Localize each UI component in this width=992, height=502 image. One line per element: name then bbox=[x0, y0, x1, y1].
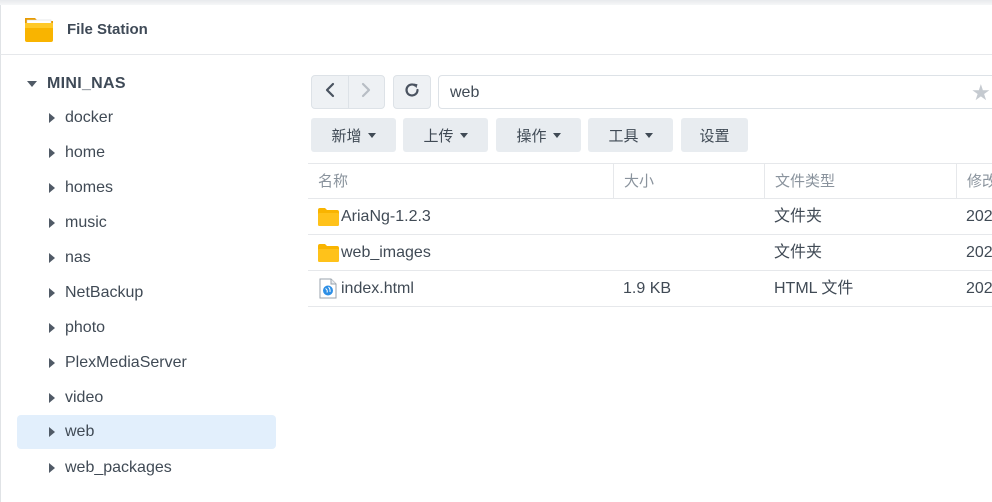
caret-right-icon[interactable] bbox=[49, 463, 55, 473]
file-table: 名称 大小 文件类型 修改 AriaNg-1.2.3 文件夹 202 web_i… bbox=[308, 163, 992, 307]
tree-root-label: MINI_NAS bbox=[47, 75, 126, 92]
tree-item-web-packages[interactable]: web_packages bbox=[17, 451, 276, 485]
tree-root-mini-nas[interactable]: MINI_NAS bbox=[27, 73, 126, 95]
tree-item-web[interactable]: web bbox=[17, 415, 276, 449]
file-type: 文件夹 bbox=[774, 244, 823, 261]
tree-item-home[interactable]: home bbox=[17, 136, 276, 170]
file-modified: 202 bbox=[966, 280, 992, 297]
upload-button-label: 上传 bbox=[423, 127, 454, 145]
table-row[interactable]: index.html 1.9 KB HTML 文件 202 bbox=[308, 271, 992, 307]
caret-right-icon[interactable] bbox=[49, 358, 55, 368]
tree-item-plexmediaserver[interactable]: PlexMediaServer bbox=[17, 346, 276, 380]
column-header-size[interactable]: 大小 bbox=[613, 164, 764, 199]
tree-item-label: web bbox=[65, 423, 95, 440]
refresh-button[interactable] bbox=[393, 75, 431, 109]
path-input[interactable]: web ★ bbox=[438, 75, 992, 109]
tree-item-label: music bbox=[65, 214, 107, 231]
dropdown-caret-icon bbox=[644, 132, 653, 138]
tree-item-label: home bbox=[65, 144, 106, 161]
settings-button[interactable]: 设置 bbox=[681, 118, 748, 152]
file-modified: 202 bbox=[966, 244, 992, 261]
folder-icon bbox=[318, 208, 339, 226]
table-row[interactable]: AriaNg-1.2.3 文件夹 202 bbox=[308, 199, 992, 235]
tree-item-label: NetBackup bbox=[65, 284, 144, 301]
path-text: web bbox=[450, 84, 480, 101]
tree-item-photo[interactable]: photo bbox=[17, 311, 276, 345]
file-name: index.html bbox=[341, 280, 414, 297]
tree-item-label: PlexMediaServer bbox=[65, 354, 187, 371]
column-header-type[interactable]: 文件类型 bbox=[764, 164, 956, 199]
folder-tree-sidebar: MINI_NAS docker home homes music nas Net… bbox=[0, 55, 292, 502]
tree-item-music[interactable]: music bbox=[17, 206, 276, 240]
file-size: 1.9 KB bbox=[623, 280, 672, 297]
tree-item-label: photo bbox=[65, 319, 106, 336]
file-type: HTML 文件 bbox=[774, 280, 854, 297]
column-header-modified[interactable]: 修改 bbox=[956, 164, 992, 199]
title-bar: File Station bbox=[0, 5, 992, 55]
file-list-panel: web ★ 新增 上传 操作 工具 设置 名称 大小 文件类型 修改 AriaN… bbox=[291, 55, 992, 502]
table-header: 名称 大小 文件类型 修改 bbox=[308, 163, 992, 199]
tree-item-label: video bbox=[65, 389, 104, 406]
file-modified: 202 bbox=[966, 208, 992, 225]
upload-button[interactable]: 上传 bbox=[403, 118, 488, 152]
caret-right-icon[interactable] bbox=[49, 427, 55, 437]
tree-item-label: web_packages bbox=[65, 459, 172, 476]
column-header-name[interactable]: 名称 bbox=[308, 164, 613, 199]
forward-button[interactable] bbox=[347, 76, 385, 108]
file-type: 文件夹 bbox=[774, 208, 823, 225]
folder-app-icon bbox=[23, 14, 55, 44]
tools-button-label: 工具 bbox=[608, 127, 639, 145]
action-button-label: 操作 bbox=[516, 127, 547, 145]
star-icon[interactable]: ★ bbox=[971, 80, 991, 106]
tree-item-label: homes bbox=[65, 179, 114, 196]
history-nav-group bbox=[311, 75, 385, 109]
app-title: File Station bbox=[67, 21, 148, 38]
tools-button[interactable]: 工具 bbox=[588, 118, 673, 152]
file-name: AriaNg-1.2.3 bbox=[341, 208, 431, 225]
caret-right-icon[interactable] bbox=[49, 113, 55, 123]
folder-icon bbox=[318, 244, 339, 262]
dropdown-caret-icon bbox=[459, 132, 468, 138]
create-button-label: 新增 bbox=[331, 127, 362, 145]
dropdown-caret-icon bbox=[552, 132, 561, 138]
action-button[interactable]: 操作 bbox=[496, 118, 581, 152]
caret-right-icon[interactable] bbox=[49, 323, 55, 333]
file-name: web_images bbox=[341, 244, 431, 261]
dropdown-caret-icon bbox=[367, 132, 376, 138]
tree-item-docker[interactable]: docker bbox=[17, 101, 276, 135]
caret-right-icon[interactable] bbox=[49, 218, 55, 228]
tree-item-netbackup[interactable]: NetBackup bbox=[17, 276, 276, 310]
tree-item-label: nas bbox=[65, 249, 91, 266]
tree-item-video[interactable]: video bbox=[17, 381, 276, 415]
file-station-window: File Station MINI_NAS docker home homes … bbox=[0, 0, 992, 502]
caret-right-icon[interactable] bbox=[49, 253, 55, 263]
tree-item-homes[interactable]: homes bbox=[17, 171, 276, 205]
refresh-icon bbox=[403, 81, 421, 104]
html-file-icon bbox=[319, 278, 337, 299]
chevron-right-icon bbox=[360, 82, 372, 103]
tree-item-nas[interactable]: nas bbox=[17, 241, 276, 275]
create-button[interactable]: 新增 bbox=[311, 118, 396, 152]
tree-item-label: docker bbox=[65, 109, 114, 126]
caret-right-icon[interactable] bbox=[49, 183, 55, 193]
chevron-left-icon bbox=[324, 82, 336, 103]
caret-down-icon[interactable] bbox=[27, 81, 37, 87]
caret-right-icon[interactable] bbox=[49, 288, 55, 298]
back-button[interactable] bbox=[312, 76, 348, 108]
caret-right-icon[interactable] bbox=[49, 393, 55, 403]
caret-right-icon[interactable] bbox=[49, 148, 55, 158]
settings-button-label: 设置 bbox=[699, 127, 730, 145]
table-row[interactable]: web_images 文件夹 202 bbox=[308, 235, 992, 271]
